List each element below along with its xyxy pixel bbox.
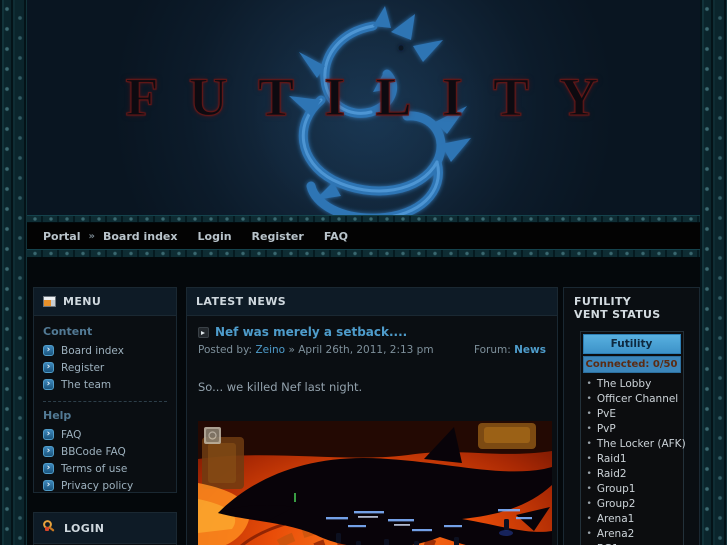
post-body-text: So... we killed Nef last night. xyxy=(198,380,363,394)
decorative-left-border xyxy=(0,0,27,545)
channel-bullet: • xyxy=(586,483,592,494)
vent-channel: • Group1 xyxy=(586,482,636,495)
channel-bullet: • xyxy=(586,513,592,524)
arrow-bullet-icon: › xyxy=(43,446,54,457)
channel-bullet: • xyxy=(586,393,592,404)
nav-faq[interactable]: FAQ xyxy=(324,230,348,243)
vent-channel: • Group2 xyxy=(586,497,636,510)
sidebar-item-privacy-policy[interactable]: › Privacy policy xyxy=(43,477,167,494)
sidebar-item-board-index[interactable]: › Board index xyxy=(43,342,167,359)
sidebar-link-privacy-policy[interactable]: Privacy policy xyxy=(61,480,133,492)
login-box-title: LOGIN xyxy=(64,521,105,535)
login-box-header: LOGIN xyxy=(34,513,176,544)
arrow-bullet-icon: › xyxy=(43,379,54,390)
sidebar-item-terms-of-use[interactable]: › Terms of use xyxy=(43,460,167,477)
nav-register[interactable]: Register xyxy=(252,230,304,243)
sidebar-item-the-team[interactable]: › The team xyxy=(43,376,167,393)
vent-channel-list: • The Lobby • Officer Channel • PvE • PvP • T… xyxy=(583,373,686,545)
arrow-bullet-icon: › xyxy=(43,362,54,373)
nav-board-index[interactable]: Board index xyxy=(103,230,178,243)
forum-link[interactable]: News xyxy=(514,344,546,356)
arrow-bullet-icon: › xyxy=(43,480,54,491)
meta-separator: » xyxy=(288,344,295,356)
vent-channel: •BG1 xyxy=(585,541,679,545)
latest-news-box: LATEST NEWS Nef was merely a setback....… xyxy=(186,287,558,545)
sidebar-link-board-index[interactable]: Board index xyxy=(61,345,124,357)
sidebar-link-register[interactable]: Register xyxy=(61,362,104,374)
author-link[interactable]: Zeino xyxy=(255,344,285,356)
vent-status-title: FUTILITY VENT STATUS xyxy=(574,295,661,321)
channel-bullet: • xyxy=(586,378,592,389)
content-area: MENU Content › Board index › Register › … xyxy=(27,258,700,545)
page: FUTILITY Portal » Board index Login Regi… xyxy=(0,0,727,545)
vent-channel: • Arena2 xyxy=(586,527,635,540)
decorative-right-border xyxy=(700,0,727,545)
menu-divider xyxy=(43,401,167,402)
arrow-bullet-icon: › xyxy=(43,429,54,440)
vent-channel: • The Locker (AFK) xyxy=(586,437,686,450)
latest-news-title: LATEST NEWS xyxy=(196,295,287,308)
menu-box-title: MENU xyxy=(63,295,102,308)
post-icon xyxy=(198,326,209,338)
sidebar-item-register[interactable]: › Register xyxy=(43,359,167,376)
vent-channel: • Arena1 xyxy=(586,512,635,525)
posted-by-label: Posted by: xyxy=(198,344,253,356)
nav-portal[interactable]: Portal xyxy=(43,230,81,243)
channel-bullet: • xyxy=(586,453,592,464)
sidebar-item-faq[interactable]: › FAQ xyxy=(43,426,167,443)
arrow-bullet-icon: › xyxy=(43,463,54,474)
login-box: LOGIN xyxy=(33,512,177,545)
sidebar-link-bbcode-faq[interactable]: BBCode FAQ xyxy=(61,446,126,458)
channel-bullet: • xyxy=(586,408,592,419)
channel-bullet: • xyxy=(586,498,592,509)
channel-bullet: • xyxy=(586,438,592,449)
menu-box: MENU Content › Board index › Register › … xyxy=(33,287,177,493)
sidebar-link-terms-of-use[interactable]: Terms of use xyxy=(61,463,127,475)
menu-box-header: MENU xyxy=(34,288,176,316)
nav-separator: » xyxy=(88,230,95,242)
vent-widget: Futility Connected: 0/50 • The Lobby • Off… xyxy=(579,331,686,545)
channel-bullet: • xyxy=(586,468,592,479)
channel-bullet: • xyxy=(586,423,592,434)
sidebar-link-the-team[interactable]: The team xyxy=(61,379,111,391)
vent-status-box: FUTILITY VENT STATUS Futility Connected:… xyxy=(563,287,700,545)
decorative-strip-top xyxy=(27,215,700,223)
forum-label: Forum: xyxy=(473,344,511,356)
vent-channel: • Raid2 xyxy=(586,467,627,480)
key-icon xyxy=(43,520,57,536)
latest-news-header: LATEST NEWS xyxy=(187,288,557,316)
decorative-strip-bottom xyxy=(27,249,700,258)
nav-login[interactable]: Login xyxy=(198,230,232,243)
site-header: FUTILITY xyxy=(27,0,700,215)
vent-server-name: Futility xyxy=(582,334,681,354)
vent-channel: • Raid1 xyxy=(586,452,627,465)
channel-bullet: • xyxy=(586,528,592,539)
vent-channel: • PvE xyxy=(586,407,617,420)
vent-channel: • Officer Channel xyxy=(586,392,679,405)
sidebar-item-bbcode-faq[interactable]: › BBCode FAQ xyxy=(43,443,167,460)
arrow-bullet-icon: › xyxy=(43,345,54,356)
help-section-heading: Help xyxy=(43,409,72,422)
post-date: April 26th, 2011, 2:13 pm xyxy=(298,344,434,356)
post-title-link[interactable]: Nef was merely a setback.... xyxy=(215,325,407,339)
sidebar-link-faq[interactable]: FAQ xyxy=(61,429,81,441)
post-meta: Posted by: Zeino » April 26th, 2011, 2:1… xyxy=(198,344,546,356)
vent-connected-count: Connected: 0/50 xyxy=(582,356,681,373)
site-title: FUTILITY xyxy=(125,66,629,127)
wow-screenshot[interactable] xyxy=(198,421,552,545)
vent-channel: • PvP xyxy=(586,422,616,435)
menu-icon xyxy=(43,296,56,307)
vent-channel: • The Lobby xyxy=(586,377,652,390)
content-section-heading: Content xyxy=(43,325,93,338)
nav-bar: Portal » Board index Login Register FAQ xyxy=(27,223,700,249)
